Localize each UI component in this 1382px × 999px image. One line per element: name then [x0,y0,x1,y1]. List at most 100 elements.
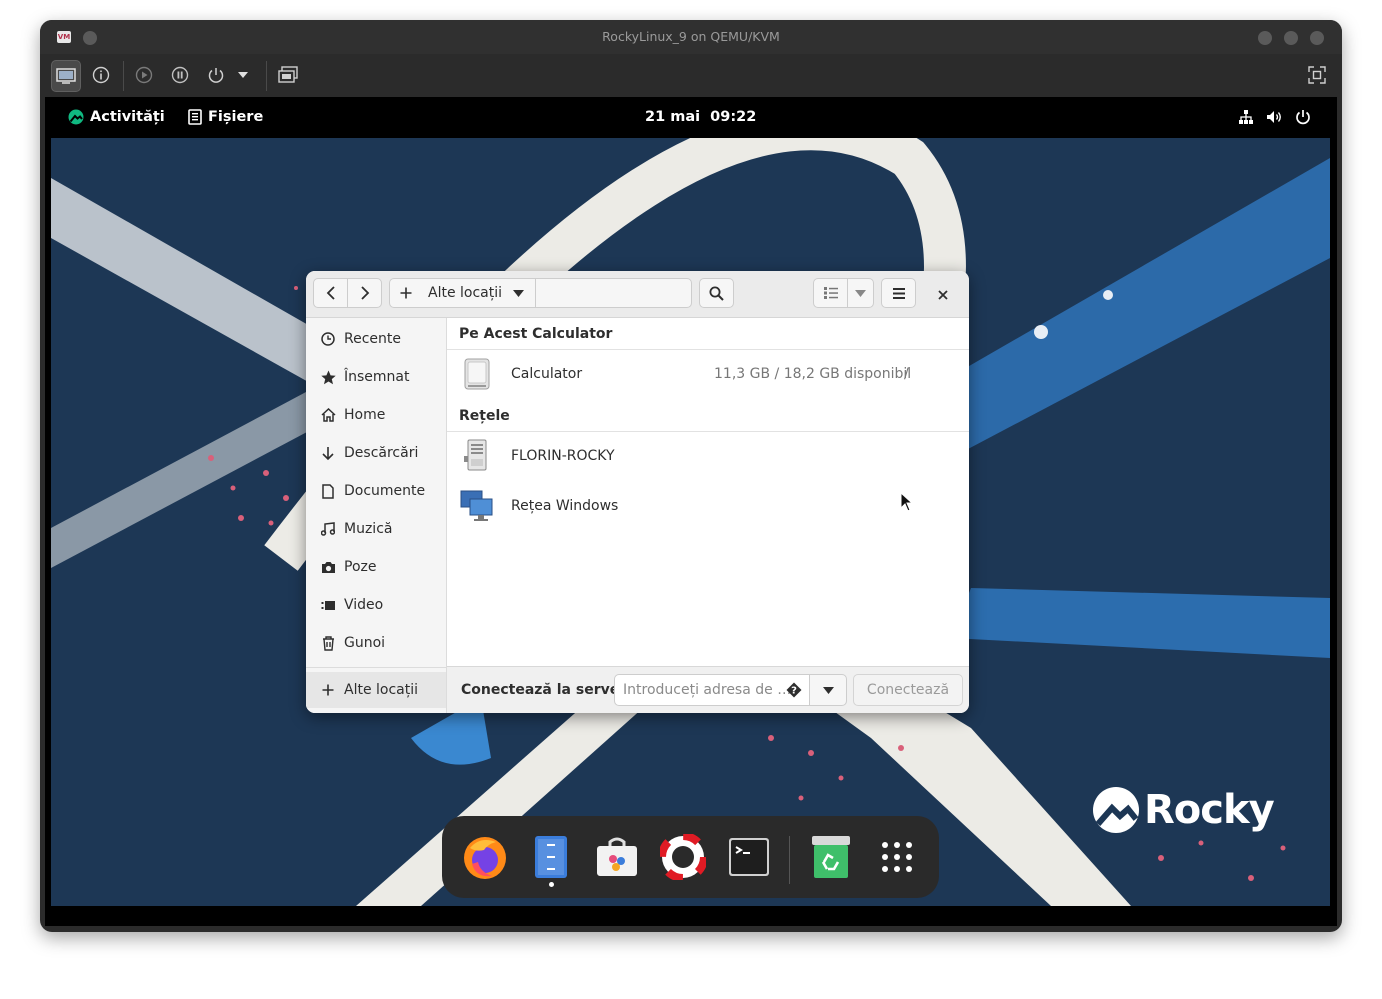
sidebar-item-downloads[interactable]: Descărcări [306,435,446,471]
snapshots-button[interactable] [274,60,302,90]
dock-item-firefox[interactable] [462,834,508,880]
close-icon [938,290,948,300]
dock-item-show-apps[interactable] [874,834,920,880]
pause-icon [171,66,189,84]
activities-button[interactable]: Activități [68,109,165,125]
shutdown-menu-button[interactable] [234,60,252,90]
computer-row[interactable]: Calculator 11,3 GB / 18,2 GB disponibil … [447,352,969,396]
rocky-logo-icon [68,109,84,125]
chevron-down-icon [513,290,524,297]
network-wired-icon [1239,110,1253,124]
clock-label: 21 mai 09:22 [645,109,757,125]
pause-button[interactable] [166,60,194,90]
recent-servers-button[interactable] [809,674,847,706]
section-header-computer: Pe Acest Calculator [459,326,613,342]
vm-titlebar[interactable]: VM RockyLinux_9 on QEMU/KVM [40,20,1342,54]
clock-icon [321,332,335,346]
sidebar-item-videos[interactable]: Video [306,587,446,623]
sidebar-item-label: Alte locații [344,682,419,698]
fullscreen-icon [1308,66,1326,84]
connect-button[interactable]: Conectează [853,674,963,706]
chevron-down-icon [238,72,248,78]
dock-item-files[interactable] [528,834,574,887]
close-button[interactable] [936,287,950,301]
view-options-button[interactable] [847,278,874,308]
network-name: FLORIN-ROCKY [511,448,615,464]
music-icon [321,522,335,536]
svg-text:?: ? [791,686,797,697]
volume-icon [1267,111,1281,123]
sidebar-item-pictures[interactable]: Poze [306,549,446,585]
location-label: Alte locații [428,285,503,301]
chevron-down-icon [822,686,834,694]
activities-label: Activități [90,109,165,125]
sidebar-item-trash[interactable]: Gunoi [306,625,446,661]
info-icon [92,66,110,84]
files-headerbar[interactable]: Alte locații [306,271,969,318]
sidebar-item-other-locations[interactable]: Alte locații [306,672,446,708]
dock-item-terminal[interactable] [726,834,772,880]
sidebar-item-home[interactable]: Home [306,397,446,433]
details-button[interactable] [87,60,115,90]
sidebar-item-documents[interactable]: Documente [306,473,446,509]
app-menu-label: Fișiere [208,109,264,125]
vm-title: RockyLinux_9 on QEMU/KVM [602,29,780,44]
plus-icon [400,287,412,299]
list-view-icon [823,287,838,299]
dock-separator [789,836,790,884]
power-icon [208,68,224,83]
search-button[interactable] [699,278,734,308]
hamburger-menu-icon [892,287,905,299]
sidebar-item-label: Poze [344,559,377,575]
dock-item-software[interactable] [594,834,640,880]
vm-toolbar [40,54,1342,97]
forward-button[interactable] [347,278,382,308]
trash-icon [322,635,334,651]
minimize-button[interactable] [1258,31,1272,45]
sidebar-item-music[interactable]: Muzică [306,511,446,547]
system-status-area[interactable] [1238,109,1311,125]
star-icon [320,370,336,384]
server-address-input[interactable]: Introduceți adresa de … ? [614,674,810,706]
sidebar-item-label: Muzică [344,521,393,537]
sidebar-item-recent[interactable]: Recente [306,321,446,357]
computer-mount: / [904,366,909,382]
windows-network-icon [460,490,493,521]
rocky-brand-logo: Rocky [1092,786,1275,834]
network-name: Rețea Windows [511,498,619,514]
gnome-top-bar: Activități Fișiere 21 mai 09:22 [45,97,1337,138]
network-row-florin-rocky[interactable]: FLORIN-ROCKY [447,434,969,478]
dock-item-help[interactable] [658,832,708,882]
path-bar-empty[interactable] [535,278,692,308]
close-window-button[interactable] [1310,31,1324,45]
connect-label: Conectează la server [461,682,627,698]
run-button[interactable] [130,60,158,90]
back-button[interactable] [313,278,348,308]
main-menu-button[interactable] [881,278,916,308]
dash-dock [442,816,939,898]
sidebar-item-label: Însemnat [344,369,410,385]
sidebar-item-label: Home [344,407,386,423]
console-view-button[interactable] [51,60,81,92]
chevron-right-icon [360,286,369,300]
fullscreen-button[interactable] [1303,60,1331,90]
places-sidebar: Recente Însemnat Home Descărcări Documen… [306,318,447,713]
dock-item-trash[interactable] [808,834,854,880]
rocky-logo-icon [1093,787,1139,833]
maximize-button[interactable] [1284,31,1298,45]
monitor-icon [56,68,76,84]
other-locations-view: Pe Acest Calculator Calculator 11,3 GB /… [447,318,969,666]
network-row-windows[interactable]: Rețea Windows [447,484,969,528]
sidebar-item-starred[interactable]: Însemnat [306,359,446,395]
camera-icon [321,561,335,573]
firefox-icon [464,837,506,879]
app-menu-button[interactable]: Fișiere [188,109,263,125]
section-header-networks: Rețele [459,408,510,424]
connect-to-server-bar: Conectează la server Introduceți adresa … [447,666,969,713]
clock[interactable]: 21 mai 09:22 [645,109,756,125]
download-icon [322,446,334,460]
shutdown-button[interactable] [202,60,230,90]
computer-size: 11,3 GB / 18,2 GB disponibil [714,366,912,382]
view-toggle-button[interactable] [813,278,848,308]
location-button[interactable]: Alte locații [389,278,536,308]
